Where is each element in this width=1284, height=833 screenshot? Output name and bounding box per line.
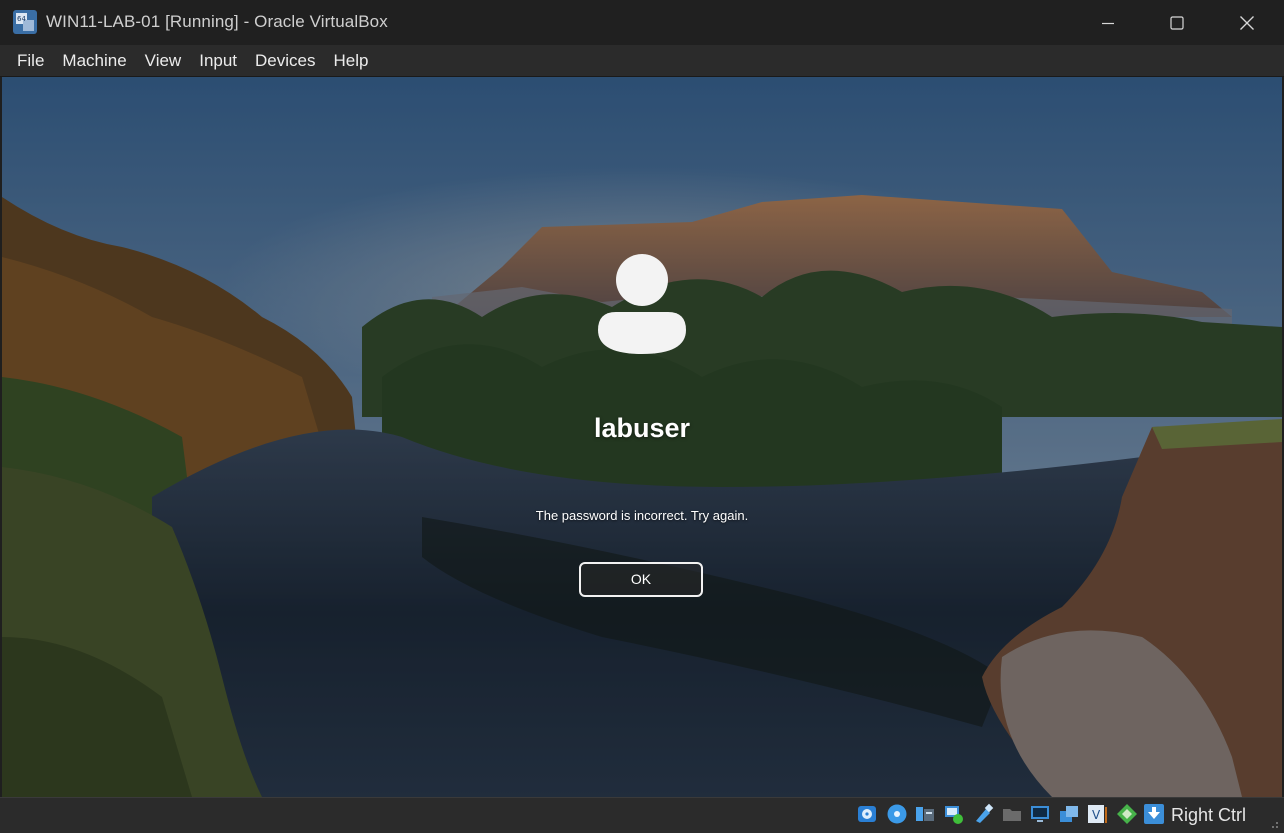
status-bar: V Right Ctrl (0, 797, 1284, 833)
virtualbox-window: 64 WIN11-LAB-01 [Running] - Oracle Virtu… (0, 0, 1284, 833)
mouse-integration-icon[interactable] (1116, 803, 1138, 825)
display-icon[interactable] (1029, 803, 1051, 825)
error-message: The password is incorrect. Try again. (535, 508, 749, 523)
menu-file[interactable]: File (8, 45, 53, 76)
recording-icon[interactable] (1058, 803, 1080, 825)
minimize-icon (1102, 22, 1114, 24)
optical-drive-icon[interactable] (886, 803, 908, 825)
menu-view[interactable]: View (136, 45, 191, 76)
resize-grip-icon[interactable] (1266, 816, 1280, 830)
svg-text:V: V (1092, 808, 1101, 822)
svg-text:64: 64 (17, 15, 26, 23)
hard-disk-icon[interactable] (856, 803, 878, 825)
network-icon[interactable] (943, 803, 965, 825)
window-title: WIN11-LAB-01 [Running] - Oracle VirtualB… (46, 12, 388, 31)
host-key-label[interactable]: Right Ctrl (1171, 805, 1246, 826)
vm-display[interactable]: labuser The password is incorrect. Try a… (2, 77, 1282, 797)
close-icon (1240, 15, 1254, 30)
minimize-button[interactable] (1073, 0, 1143, 45)
shared-folders-icon[interactable] (1001, 803, 1023, 825)
menu-devices[interactable]: Devices (246, 45, 324, 76)
user-avatar-icon (598, 254, 686, 354)
usb-icon[interactable] (972, 803, 994, 825)
audio-icon[interactable] (914, 803, 936, 825)
title-bar[interactable]: 64 WIN11-LAB-01 [Running] - Oracle Virtu… (0, 0, 1284, 45)
username-label: labuser (593, 413, 691, 443)
keyboard-icon[interactable] (1143, 803, 1165, 825)
maximize-icon (1170, 15, 1184, 30)
menu-machine[interactable]: Machine (53, 45, 135, 76)
ok-button[interactable]: OK (579, 562, 703, 597)
maximize-button[interactable] (1142, 0, 1212, 45)
virtualbox-icon: 64 (13, 10, 37, 34)
menu-bar: File Machine View Input Devices Help (0, 45, 1284, 77)
menu-help[interactable]: Help (325, 45, 378, 76)
close-button[interactable] (1212, 0, 1282, 45)
menu-input[interactable]: Input (190, 45, 246, 76)
virtualization-icon[interactable]: V (1086, 803, 1108, 825)
